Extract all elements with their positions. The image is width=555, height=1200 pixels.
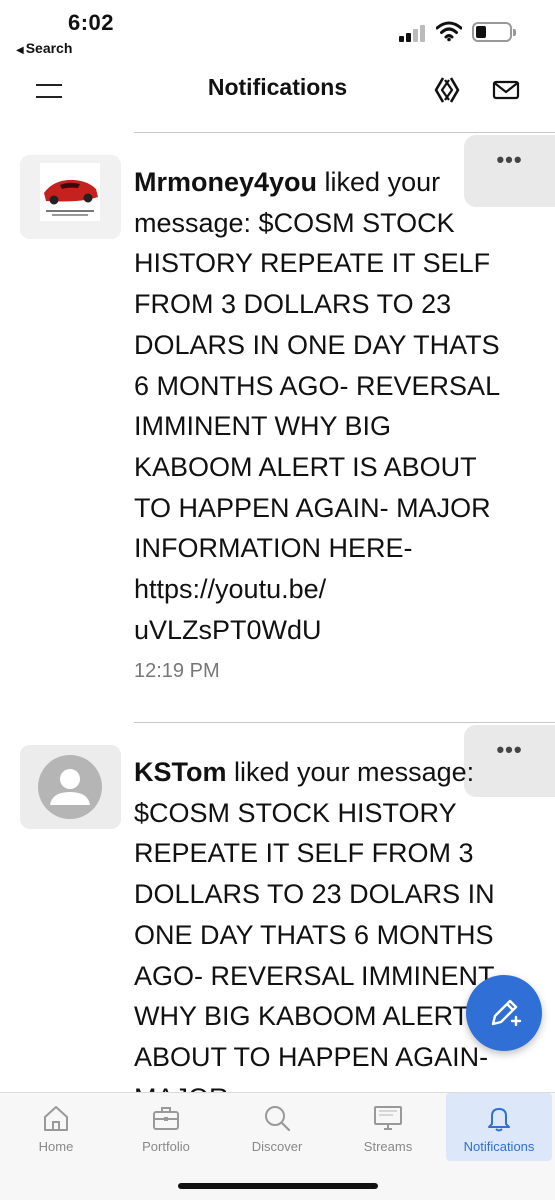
tab-home[interactable]: Home: [10, 1093, 102, 1161]
tab-discover[interactable]: Discover: [230, 1093, 324, 1161]
logo-icon[interactable]: [434, 76, 460, 104]
bell-icon: [488, 1108, 510, 1132]
mail-icon[interactable]: [492, 78, 520, 102]
wifi-icon: [436, 21, 462, 42]
back-arrow-icon: ◀: [16, 45, 24, 56]
notification-action-text: liked your message: $COSM STOCK HISTORY …: [134, 167, 500, 645]
avatar[interactable]: [20, 745, 121, 829]
tab-label: Streams: [363, 1139, 413, 1154]
notification-message: KSTom liked your message: $COSM STOCK HI…: [134, 752, 514, 1118]
status-time: 6:02: [68, 10, 115, 35]
tab-notifications[interactable]: Notifications: [446, 1093, 552, 1161]
notification-message: Mrmoney4you liked your message: $COSM ST…: [134, 162, 514, 650]
tab-label: Home: [38, 1139, 74, 1154]
search-icon: [265, 1106, 291, 1132]
compose-button[interactable]: [466, 975, 542, 1051]
notification-username[interactable]: Mrmoney4you: [134, 167, 317, 197]
tab-label: Portfolio: [142, 1139, 190, 1154]
home-icon: [44, 1106, 68, 1131]
red-car-image: [20, 155, 121, 239]
divider: [134, 132, 555, 133]
back-to-search-button[interactable]: ◀ Search: [16, 40, 72, 56]
home-indicator: [178, 1183, 378, 1189]
battery-icon: [472, 22, 516, 42]
compose-icon: [491, 999, 522, 1027]
tab-label: Discover: [251, 1139, 303, 1154]
default-person-icon: [38, 755, 102, 819]
page-title: Notifications: [207, 74, 348, 100]
tab-streams[interactable]: Streams: [342, 1093, 434, 1161]
status-bar: 6:02 ◀ Search: [0, 0, 555, 62]
notification-timestamp: 12:19 PM: [134, 660, 220, 682]
notification-action-text: liked your message: $COSM STOCK HISTORY …: [134, 757, 502, 1113]
tab-portfolio[interactable]: Portfolio: [120, 1093, 212, 1161]
divider: [134, 722, 555, 723]
tab-label: Notifications: [463, 1139, 535, 1154]
avatar[interactable]: [20, 155, 121, 239]
back-label: Search: [25, 40, 73, 56]
monitor-icon: [374, 1106, 402, 1130]
briefcase-icon: [153, 1107, 179, 1130]
app-header: Notifications: [0, 62, 555, 132]
cellular-signal-icon: [399, 24, 429, 42]
notification-username[interactable]: KSTom: [134, 757, 227, 787]
